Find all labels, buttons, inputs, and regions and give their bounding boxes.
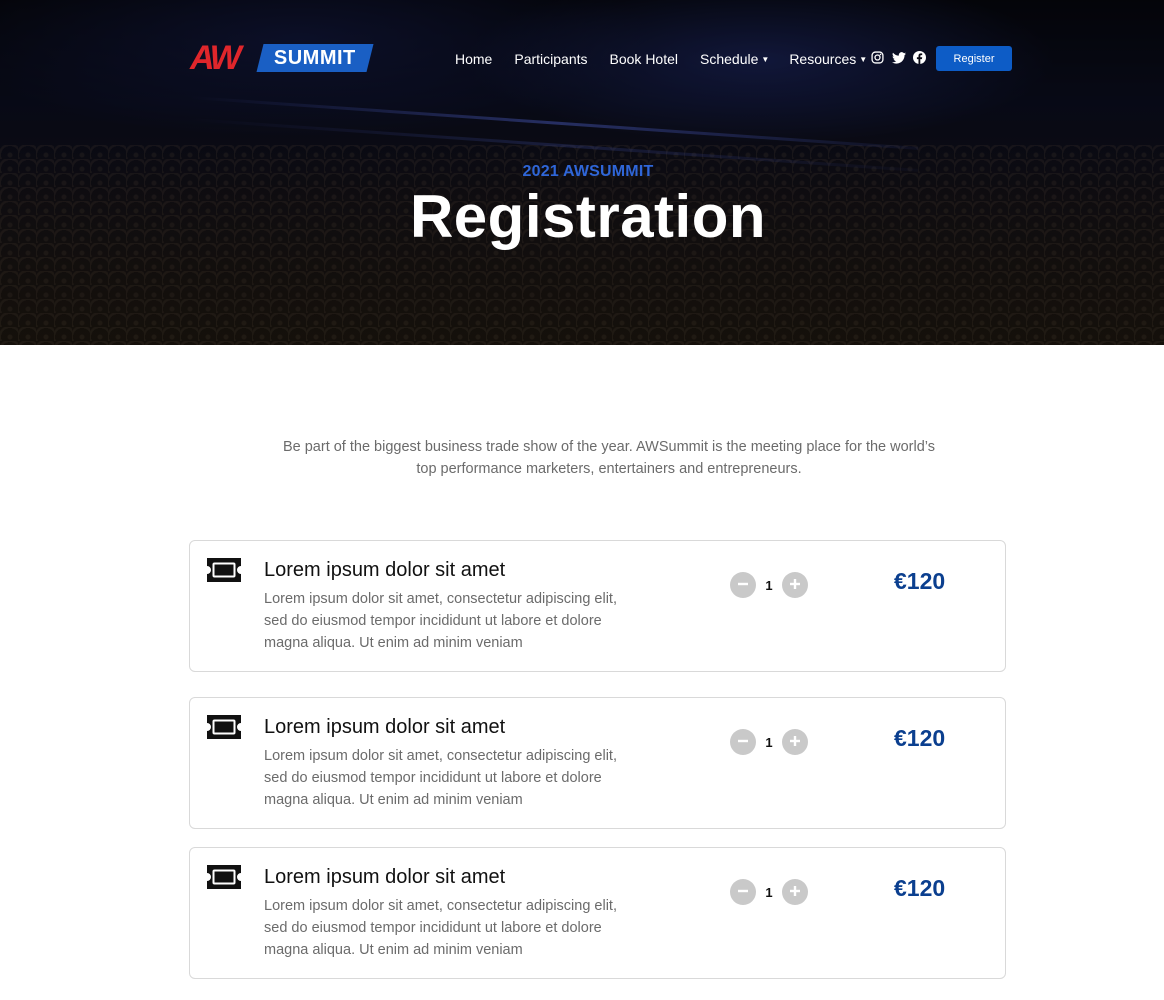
plus-icon [789, 885, 801, 900]
decrement-button[interactable] [730, 572, 756, 598]
intro-text: Be part of the biggest business trade sh… [250, 436, 968, 480]
ticket-price: €120 [894, 875, 946, 901]
logo-aw-mark: AW [190, 39, 242, 77]
chevron-down-icon: ▼ [761, 54, 770, 64]
ticket-card: Lorem ipsum dolor sit amet Lorem ipsum d… [189, 847, 1006, 979]
increment-button[interactable] [782, 572, 808, 598]
quantity-value: 1 [765, 884, 773, 900]
hero-banner: AW SUMMIT Home Participants Book Hotel S… [0, 0, 1164, 345]
ticket-title: Lorem ipsum dolor sit amet [264, 716, 506, 738]
ticket-card: Lorem ipsum dolor sit amet Lorem ipsum d… [189, 697, 1006, 829]
ticket-icon [207, 558, 241, 582]
nav-resources[interactable]: Resources ▼ [789, 51, 867, 67]
ticket-description: Lorem ipsum dolor sit amet, consectetur … [264, 748, 617, 808]
ticket-price: €120 [894, 725, 946, 751]
quantity-stepper: 1 [730, 729, 808, 755]
nav-participants[interactable]: Participants [514, 51, 587, 67]
ticket-title: Lorem ipsum dolor sit amet [264, 866, 506, 888]
decrement-button[interactable] [730, 879, 756, 905]
quantity-stepper: 1 [730, 572, 808, 598]
main-nav: Home Participants Book Hotel Schedule ▼ R… [455, 48, 887, 70]
quantity-value: 1 [765, 734, 773, 750]
register-button[interactable]: Register [936, 46, 1012, 71]
nav-home[interactable]: Home [455, 51, 492, 67]
twitter-icon[interactable] [891, 50, 906, 65]
chevron-down-icon: ▼ [859, 54, 868, 64]
nav-book-hotel[interactable]: Book Hotel [610, 51, 678, 67]
site-logo[interactable]: AW SUMMIT [190, 39, 376, 77]
intro-line: Be part of the biggest business trade sh… [282, 439, 936, 455]
minus-icon [737, 578, 749, 593]
increment-button[interactable] [782, 729, 808, 755]
hero-subtitle: 2021 AWSUMMIT [522, 163, 654, 180]
logo-summit-badge: SUMMIT [256, 44, 374, 72]
plus-icon [789, 735, 801, 750]
ticket-icon [207, 865, 241, 889]
decrement-button[interactable] [730, 729, 756, 755]
facebook-icon[interactable] [912, 50, 927, 65]
ticket-title: Lorem ipsum dolor sit amet [264, 559, 506, 581]
page-title: Registration [409, 183, 767, 250]
minus-icon [737, 885, 749, 900]
social-links [870, 50, 933, 65]
increment-button[interactable] [782, 879, 808, 905]
ticket-icon [207, 715, 241, 739]
instagram-icon[interactable] [870, 50, 885, 65]
plus-icon [789, 578, 801, 593]
ticket-card: Lorem ipsum dolor sit amet Lorem ipsum d… [189, 540, 1006, 672]
ticket-price: €120 [894, 568, 946, 594]
minus-icon [737, 735, 749, 750]
ticket-description: Lorem ipsum dolor sit amet, consectetur … [264, 591, 617, 651]
intro-line: top performance marketers, entertainers … [416, 461, 802, 477]
ticket-description: Lorem ipsum dolor sit amet, consectetur … [264, 898, 617, 958]
quantity-stepper: 1 [730, 879, 808, 905]
quantity-value: 1 [765, 577, 773, 593]
nav-schedule[interactable]: Schedule ▼ [700, 51, 769, 67]
